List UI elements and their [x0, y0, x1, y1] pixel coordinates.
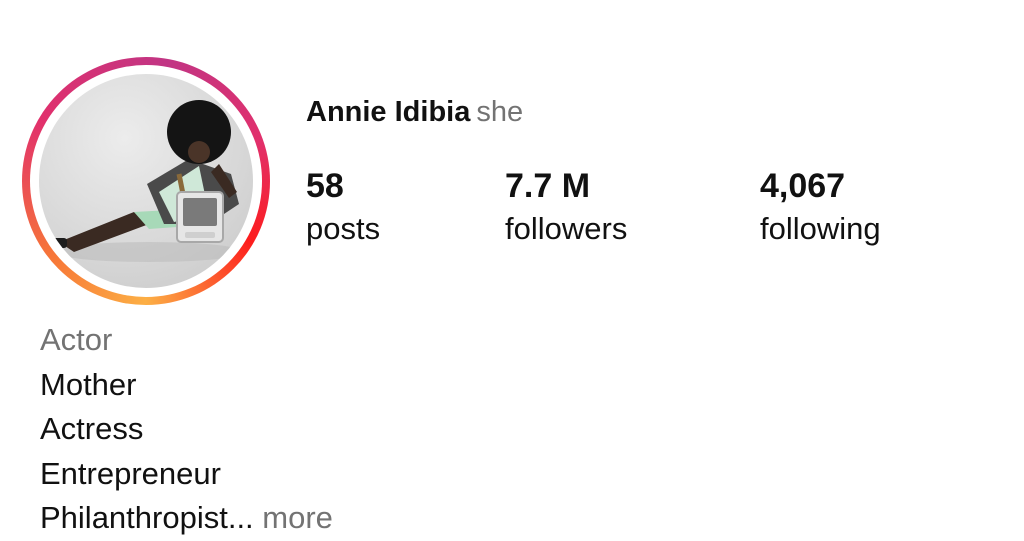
profile-pronouns: she — [476, 96, 524, 128]
profile-name: Annie Idibia — [306, 96, 471, 128]
followers-stat[interactable]: 7.7 M followers — [505, 166, 627, 248]
profile-bio: Actor Mother Actress Entrepreneur Philan… — [40, 318, 333, 541]
followers-count: 7.7 M — [505, 167, 591, 205]
posts-count: 58 — [306, 167, 344, 205]
bio-line: Actress — [40, 411, 144, 446]
bio-line: Mother — [40, 366, 137, 402]
bio-last-line: Philanthropist... more — [40, 496, 333, 541]
profile-header: Annie Idibia she — [306, 94, 523, 130]
profile-photo-illustration — [53, 100, 244, 262]
avatar[interactable] — [39, 74, 253, 288]
posts-label: posts — [306, 211, 381, 246]
following-label: following — [760, 211, 881, 246]
posts-stat[interactable]: 58 posts — [306, 166, 380, 248]
followers-label: followers — [505, 211, 628, 246]
bio-category: Actor — [40, 322, 113, 357]
following-count: 4,067 — [760, 167, 846, 205]
bio-line: Entrepreneur — [40, 455, 221, 491]
story-ring-avatar[interactable] — [22, 57, 270, 305]
following-stat[interactable]: 4,067 following — [760, 166, 881, 248]
